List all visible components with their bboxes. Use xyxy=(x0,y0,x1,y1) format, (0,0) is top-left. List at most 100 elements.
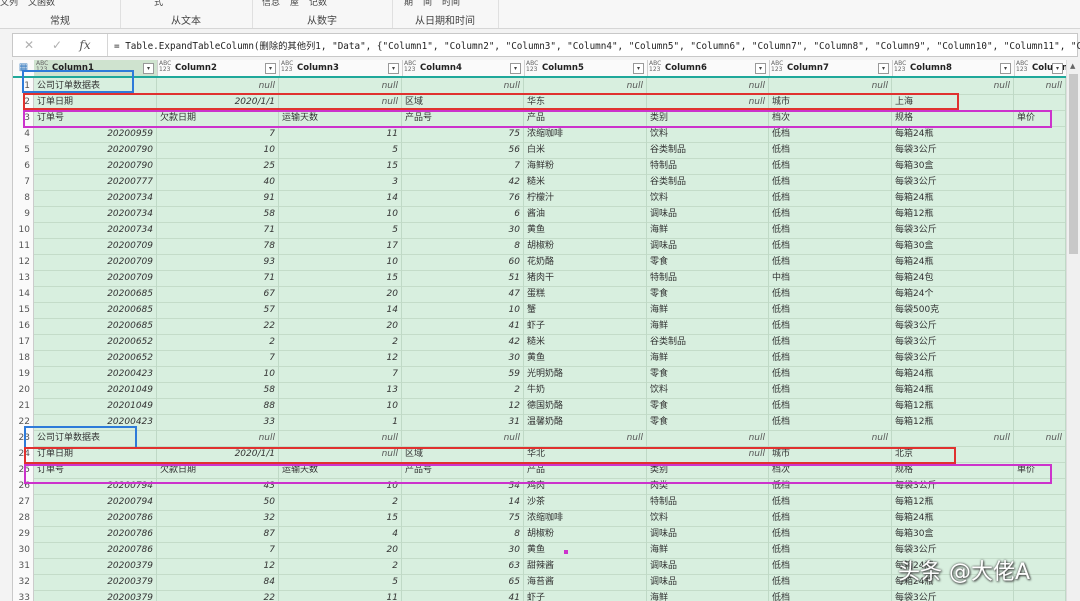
table-cell[interactable]: 7 xyxy=(279,366,402,382)
table-cell[interactable]: 牛奶 xyxy=(524,382,647,398)
ribbon-item[interactable]: 式 xyxy=(154,0,163,8)
table-cell[interactable]: 海鲜粉 xyxy=(524,158,647,174)
table-cell[interactable]: 光明奶酪 xyxy=(524,366,647,382)
table-cell[interactable]: null xyxy=(157,78,279,94)
table-row[interactable]: 19 20200423 10 7 59 光明奶酪 零食 低档 每箱24瓶 xyxy=(13,366,1067,383)
table-cell[interactable] xyxy=(1014,318,1066,334)
ribbon-item[interactable]: 信息 xyxy=(262,0,280,8)
table-row[interactable]: 15 20200685 57 14 10 蟹海鲜 低档 每袋500克 xyxy=(13,302,1067,319)
table-cell[interactable]: 30 xyxy=(402,222,524,238)
table-cell[interactable] xyxy=(1014,446,1066,462)
table-cell[interactable] xyxy=(1014,126,1066,142)
table-cell[interactable]: null xyxy=(647,430,769,446)
table-cell[interactable]: 蟹 xyxy=(524,302,647,318)
ribbon-item[interactable]: 记数 xyxy=(309,0,327,8)
table-cell[interactable]: 每箱24瓶 xyxy=(892,382,1014,398)
vertical-scrollbar[interactable]: ▲ xyxy=(1066,60,1080,601)
table-cell[interactable]: 75 xyxy=(402,126,524,142)
table-cell[interactable]: 63 xyxy=(402,558,524,574)
table-cell[interactable]: 零食 xyxy=(647,366,769,382)
table-cell[interactable]: 10 xyxy=(279,254,402,270)
table-cell[interactable]: 11 xyxy=(279,590,402,601)
table-cell[interactable] xyxy=(1014,158,1066,174)
table-cell[interactable]: 42 xyxy=(402,174,524,190)
table-cell[interactable]: 78 xyxy=(157,238,279,254)
table-row[interactable]: 11 20200709 78 17 8 胡椒粉 调味品 低档 每箱30盒 xyxy=(13,238,1067,255)
table-cell[interactable]: 花奶酪 xyxy=(524,254,647,270)
table-cell[interactable]: 中档 xyxy=(769,270,892,286)
row-number[interactable]: 12 xyxy=(13,254,34,270)
table-cell[interactable]: null xyxy=(524,430,647,446)
table-cell[interactable]: 40 xyxy=(157,174,279,190)
row-number[interactable]: 19 xyxy=(13,366,34,382)
row-number[interactable]: 5 xyxy=(13,142,34,158)
table-cell[interactable]: 低档 xyxy=(769,174,892,190)
table-cell[interactable]: 低档 xyxy=(769,398,892,414)
table-cell[interactable]: 虾子 xyxy=(524,318,647,334)
table-cell[interactable]: 5 xyxy=(279,222,402,238)
table-cell[interactable]: 低档 xyxy=(769,302,892,318)
table-cell[interactable] xyxy=(1014,510,1066,526)
table-cell[interactable]: 71 xyxy=(157,270,279,286)
table-cell[interactable] xyxy=(1014,398,1066,414)
column-header-column9[interactable]: ABC123Column9▾ xyxy=(1014,60,1067,76)
table-cell[interactable]: 每箱30盒 xyxy=(892,158,1014,174)
table-row[interactable]: 14 20200685 67 20 47 蛋糕 零食 低档 每箱24个 xyxy=(13,286,1067,303)
row-number[interactable]: 10 xyxy=(13,222,34,238)
column-header-column3[interactable]: ABC 123 Column3 ▾ xyxy=(279,60,403,76)
table-cell[interactable]: null xyxy=(769,78,892,94)
table-cell[interactable]: 浓缩咖啡 xyxy=(524,510,647,526)
table-cell[interactable]: 87 xyxy=(157,526,279,542)
table-cell[interactable]: 20200790 xyxy=(34,142,157,158)
table-cell[interactable]: 65 xyxy=(402,574,524,590)
table-cell[interactable]: 11 xyxy=(279,126,402,142)
filter-dropdown-icon[interactable]: ▾ xyxy=(388,63,399,74)
table-cell[interactable]: 沙茶 xyxy=(524,494,647,510)
table-cell[interactable]: 8 xyxy=(402,238,524,254)
type-any-icon[interactable]: ABC 123 xyxy=(649,61,661,73)
column-header-column4[interactable]: ABC 123 Column4 ▾ xyxy=(402,60,525,76)
table-cell[interactable]: 调味品 xyxy=(647,558,769,574)
table-cell[interactable]: 12 xyxy=(402,398,524,414)
table-cell[interactable]: 调味品 xyxy=(647,574,769,590)
row-number[interactable]: 6 xyxy=(13,158,34,174)
table-cell[interactable]: 20 xyxy=(279,318,402,334)
table-cell[interactable]: null xyxy=(524,78,647,94)
row-number[interactable]: 14 xyxy=(13,286,34,302)
table-cell[interactable]: 白米 xyxy=(524,142,647,158)
table-cell[interactable]: 每箱12瓶 xyxy=(892,494,1014,510)
table-cell[interactable]: 海苔酱 xyxy=(524,574,647,590)
formula-text[interactable]: = Table.ExpandTableColumn(删除的其他列1, "Data… xyxy=(114,38,1080,52)
table-cell[interactable]: 8 xyxy=(402,526,524,542)
table-cell[interactable] xyxy=(1014,286,1066,302)
filter-dropdown-icon[interactable]: ▾ xyxy=(878,63,889,74)
table-cell[interactable]: 58 xyxy=(157,382,279,398)
table-cell[interactable]: 10 xyxy=(157,142,279,158)
table-cell[interactable]: 低档 xyxy=(769,382,892,398)
table-cell[interactable]: 调味品 xyxy=(647,526,769,542)
table-cell[interactable] xyxy=(1014,206,1066,222)
table-cell[interactable]: 22 xyxy=(157,590,279,601)
table-row[interactable]: 27 20200794 50 2 14 沙茶 特制品 低档 每箱12瓶 xyxy=(13,494,1067,511)
table-cell[interactable]: 20200794 xyxy=(34,494,157,510)
table-cell[interactable]: 91 xyxy=(157,190,279,206)
table-cell[interactable] xyxy=(1014,222,1066,238)
table-cell[interactable]: 低档 xyxy=(769,350,892,366)
type-any-icon[interactable]: ABC 123 xyxy=(404,61,416,73)
table-cell[interactable]: 黄鱼 xyxy=(524,350,647,366)
table-cell[interactable] xyxy=(1014,526,1066,542)
table-cell[interactable]: 71 xyxy=(157,222,279,238)
table-cell[interactable]: 12 xyxy=(157,558,279,574)
table-cell[interactable]: 20200959 xyxy=(34,126,157,142)
table-cell[interactable]: 33 xyxy=(157,414,279,430)
table-cell[interactable]: 10 xyxy=(402,302,524,318)
table-cell[interactable] xyxy=(1014,350,1066,366)
table-cell[interactable]: 每箱24瓶 xyxy=(892,126,1014,142)
fx-button[interactable]: fx xyxy=(77,37,93,53)
table-cell[interactable]: 柠檬汁 xyxy=(524,190,647,206)
table-cell[interactable]: 浓缩咖啡 xyxy=(524,126,647,142)
table-row[interactable]: 7 20200777 40 3 42 糙米 谷类制品 低档 每袋3公斤 xyxy=(13,174,1067,191)
table-cell[interactable]: 每袋3公斤 xyxy=(892,318,1014,334)
table-row[interactable]: 4 20200959 7 11 75 浓缩咖啡 饮料 低档 每箱24瓶 xyxy=(13,126,1067,143)
table-cell[interactable]: 低档 xyxy=(769,286,892,302)
